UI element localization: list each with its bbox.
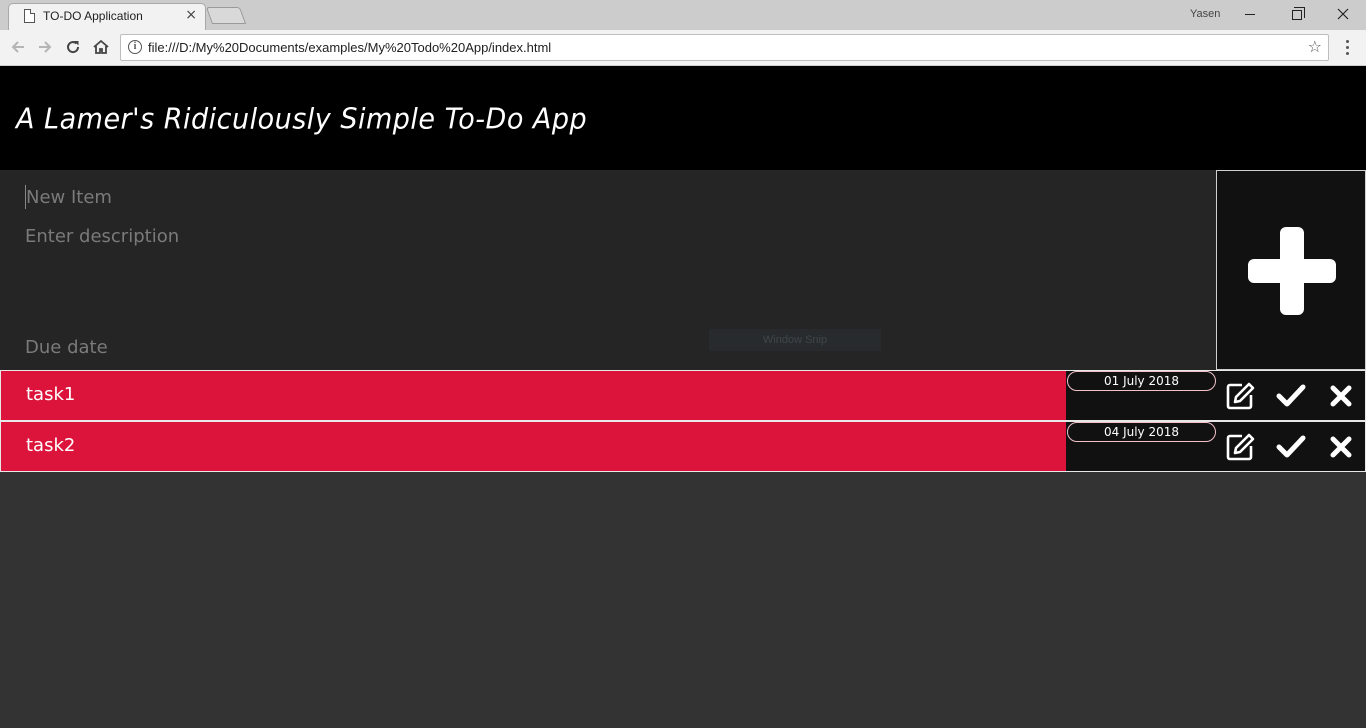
new-item-form: Window Snip bbox=[0, 170, 1216, 370]
due-date-input[interactable] bbox=[25, 335, 1175, 359]
menu-dot bbox=[1345, 45, 1349, 49]
address-bar[interactable]: i file:///D:/My%20Documents/examples/My%… bbox=[120, 34, 1329, 61]
task-name: task1 bbox=[26, 384, 76, 405]
task-row: task1 01 July 2018 bbox=[0, 370, 1366, 421]
browser-toolbar: i file:///D:/My%20Documents/examples/My%… bbox=[0, 30, 1366, 66]
info-icon[interactable]: i bbox=[128, 40, 142, 54]
app-title: A Lamer's Ridiculously Simple To-Do App bbox=[16, 103, 588, 136]
check-icon bbox=[1276, 435, 1306, 458]
restore-button[interactable] bbox=[1274, 0, 1320, 28]
edit-task-button[interactable] bbox=[1224, 380, 1256, 412]
back-button[interactable] bbox=[7, 36, 29, 58]
window-snip-overlay: Window Snip bbox=[709, 329, 881, 351]
task-due-date: 04 July 2018 bbox=[1067, 422, 1216, 442]
bookmark-star-icon[interactable]: ☆ bbox=[1308, 37, 1322, 56]
close-icon bbox=[1330, 436, 1352, 458]
task-row: task2 04 July 2018 bbox=[0, 421, 1366, 472]
profile-name[interactable]: Yasen bbox=[1190, 8, 1220, 20]
task-item[interactable]: task1 bbox=[1, 371, 1066, 420]
arrow-right-icon bbox=[39, 41, 52, 53]
home-icon bbox=[93, 39, 109, 54]
forward-button[interactable] bbox=[34, 36, 56, 58]
app-header: A Lamer's Ridiculously Simple To-Do App bbox=[0, 66, 1366, 170]
add-item-button[interactable] bbox=[1216, 170, 1366, 370]
complete-task-button[interactable] bbox=[1275, 431, 1307, 463]
complete-task-button[interactable] bbox=[1275, 380, 1307, 412]
new-tab-button[interactable] bbox=[205, 7, 247, 24]
minimize-icon bbox=[1245, 13, 1255, 15]
menu-dot bbox=[1345, 51, 1349, 55]
browser-tab[interactable]: TO-DO Application × bbox=[8, 3, 206, 30]
new-item-input[interactable] bbox=[25, 185, 1175, 209]
reload-icon bbox=[67, 41, 80, 54]
delete-task-button[interactable] bbox=[1325, 380, 1357, 412]
window-close-icon bbox=[1337, 8, 1349, 20]
delete-task-button[interactable] bbox=[1325, 431, 1357, 463]
tab-title: TO-DO Application bbox=[43, 9, 143, 23]
arrow-left-icon bbox=[11, 41, 24, 53]
edit-task-button[interactable] bbox=[1224, 431, 1256, 463]
browser-tabstrip: TO-DO Application × Yasen bbox=[0, 0, 1366, 30]
url-text[interactable]: file:///D:/My%20Documents/examples/My%20… bbox=[148, 40, 551, 55]
description-input[interactable] bbox=[25, 224, 1175, 248]
close-icon bbox=[1330, 385, 1352, 407]
page-icon bbox=[24, 9, 35, 23]
task-item[interactable]: task2 bbox=[1, 422, 1066, 471]
reload-button[interactable] bbox=[62, 36, 84, 58]
restore-icon bbox=[1292, 7, 1305, 20]
minimize-button[interactable] bbox=[1227, 0, 1273, 28]
menu-dot bbox=[1345, 39, 1349, 43]
browser-menu-button[interactable] bbox=[1340, 36, 1354, 58]
edit-icon bbox=[1226, 433, 1255, 461]
home-button[interactable] bbox=[90, 36, 112, 58]
edit-icon bbox=[1226, 382, 1255, 410]
check-icon bbox=[1276, 384, 1306, 407]
task-due-date: 01 July 2018 bbox=[1067, 371, 1216, 391]
task-name: task2 bbox=[26, 435, 76, 456]
tab-close-icon[interactable]: × bbox=[185, 7, 197, 23]
window-close-button[interactable] bbox=[1320, 0, 1366, 28]
